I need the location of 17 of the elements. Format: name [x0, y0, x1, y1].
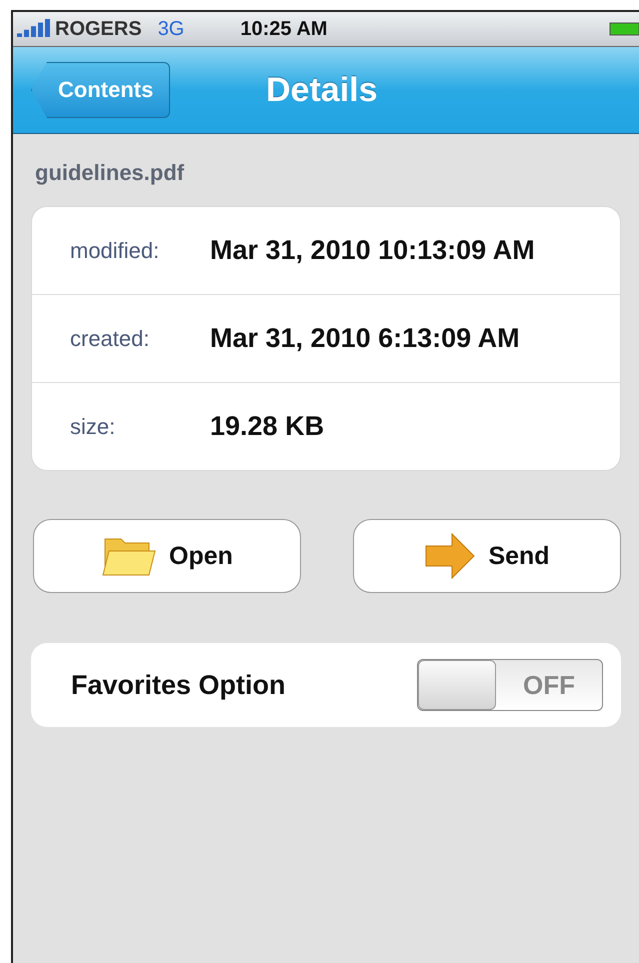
- detail-label: created:: [69, 326, 150, 352]
- send-button[interactable]: Send: [353, 519, 621, 593]
- screen-title: Details: [266, 70, 378, 110]
- carrier-name: ROGERS: [55, 18, 142, 40]
- battery-icon: [609, 21, 639, 37]
- network-type: 3G: [158, 18, 184, 40]
- detail-label: size:: [69, 414, 116, 440]
- signal-icon: [17, 19, 53, 39]
- open-button[interactable]: Open: [33, 519, 301, 593]
- status-time: 10:25 AM: [240, 18, 328, 40]
- arrow-icon: [424, 532, 476, 580]
- detail-value: Mar 31, 2010 6:13:09 AM: [210, 323, 520, 354]
- detail-value: 19.28 KB: [210, 411, 324, 442]
- detail-label: modified:: [69, 238, 160, 264]
- favorites-label: Favorites Option: [71, 670, 286, 700]
- file-name: guidelines.pdf: [35, 160, 186, 186]
- detail-value: Mar 31, 2010 10:13:09 AM: [210, 235, 535, 266]
